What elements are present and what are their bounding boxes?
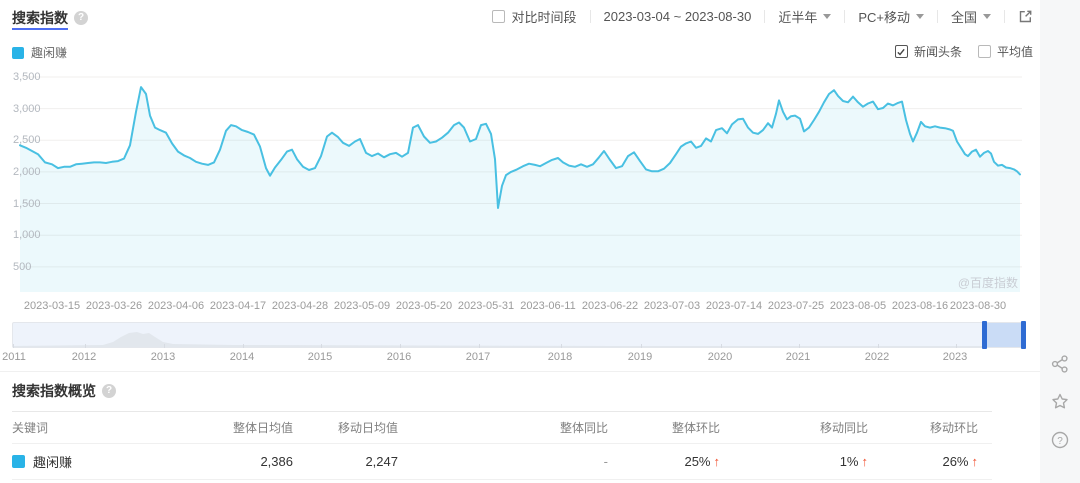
x-axis-label: 2023-04-06 bbox=[148, 300, 204, 312]
year-tick bbox=[400, 344, 401, 348]
year-tick bbox=[956, 344, 957, 348]
x-axis-label: 2023-07-03 bbox=[644, 300, 700, 312]
year-tick bbox=[799, 344, 800, 348]
help-icon[interactable]: ? bbox=[102, 384, 116, 398]
table-cell: 2,386 bbox=[202, 454, 295, 469]
year-label: 2013 bbox=[151, 351, 175, 363]
y-axis-label: 2,500 bbox=[13, 134, 41, 146]
x-axis-label: 2023-03-15 bbox=[24, 300, 80, 312]
x-axis-label: 2023-07-25 bbox=[768, 300, 824, 312]
line-chart-svg bbox=[0, 0, 1040, 315]
y-axis-label: 2,000 bbox=[13, 166, 41, 178]
table-header-row: 关键词整体日均值移动日均值整体同比整体环比移动同比移动环比 bbox=[12, 412, 992, 444]
table-cell: 26% ↑ bbox=[870, 454, 980, 469]
table-header-cell: 整体日均值 bbox=[202, 419, 295, 436]
timeline-brush[interactable] bbox=[12, 322, 1026, 348]
y-axis-label: 500 bbox=[13, 261, 31, 273]
year-label: 2011 bbox=[2, 351, 26, 363]
x-axis-label: 2023-05-31 bbox=[458, 300, 514, 312]
year-tick bbox=[641, 344, 642, 348]
year-label: 2022 bbox=[865, 351, 889, 363]
keyword-cell: 趣闲赚 bbox=[12, 452, 202, 471]
y-axis-label: 1,000 bbox=[13, 229, 41, 241]
up-arrow-icon: ↑ bbox=[862, 454, 869, 469]
y-axis-label: 1,500 bbox=[13, 198, 41, 210]
year-tick bbox=[13, 344, 14, 348]
year-tick bbox=[164, 344, 165, 348]
overview-title: 搜索指数概览 ? bbox=[12, 381, 116, 401]
section-divider bbox=[0, 371, 1040, 372]
year-tick bbox=[878, 344, 879, 348]
x-axis-label: 2023-03-26 bbox=[86, 300, 142, 312]
keyword-swatch bbox=[12, 455, 25, 468]
table-header-cell: 整体同比 bbox=[400, 419, 610, 436]
year-label: 2012 bbox=[72, 351, 96, 363]
table-cell: 1%↑ bbox=[722, 454, 870, 469]
overview-table: 关键词整体日均值移动日均值整体同比整体环比移动同比移动环比 趣闲赚 2,386 2,… bbox=[12, 411, 992, 480]
year-label: 2016 bbox=[387, 351, 411, 363]
year-label: 2019 bbox=[628, 351, 652, 363]
x-axis-label: 2023-08-30 bbox=[950, 300, 1006, 312]
year-label: 2021 bbox=[786, 351, 810, 363]
x-axis-label: 2023-06-22 bbox=[582, 300, 638, 312]
table-cell: 2,247 bbox=[295, 454, 400, 469]
cell-value: - bbox=[604, 454, 608, 469]
year-label: 2017 bbox=[466, 351, 490, 363]
up-arrow-icon: ↑ bbox=[714, 454, 721, 469]
cell-value: 2,247 bbox=[365, 454, 398, 469]
svg-text:?: ? bbox=[1057, 436, 1063, 447]
table-header-cell: 移动同比 bbox=[722, 419, 870, 436]
year-label: 2020 bbox=[708, 351, 732, 363]
overview-title-text: 搜索指数概览 bbox=[12, 381, 96, 401]
cell-value: 26% bbox=[942, 454, 968, 469]
brush-handle-right[interactable] bbox=[1021, 321, 1026, 349]
side-rail: ? bbox=[1040, 0, 1080, 483]
x-axis-label: 2023-08-16 bbox=[892, 300, 948, 312]
cell-value: 1% bbox=[840, 454, 859, 469]
brush-handle-left[interactable] bbox=[982, 321, 987, 349]
share-icon[interactable] bbox=[1050, 354, 1070, 374]
year-tick bbox=[721, 344, 722, 348]
x-axis-label: 2023-08-05 bbox=[830, 300, 886, 312]
year-label: 2018 bbox=[548, 351, 572, 363]
x-axis-label: 2023-05-20 bbox=[396, 300, 452, 312]
y-axis-label: 3,000 bbox=[13, 103, 41, 115]
watermark: @百度指数 bbox=[958, 274, 1018, 291]
table-header-cell: 移动日均值 bbox=[295, 419, 400, 436]
table-cell: 25% ↑ bbox=[610, 454, 722, 469]
cell-value: 25% bbox=[684, 454, 710, 469]
table-row: 趣闲赚2,3862,247-25%↑1%↑26%↑ bbox=[12, 444, 992, 480]
x-axis-label: 2023-05-09 bbox=[334, 300, 390, 312]
year-tick bbox=[85, 344, 86, 348]
year-tick bbox=[321, 344, 322, 348]
up-arrow-icon: ↑ bbox=[972, 454, 979, 469]
cell-value: 2,386 bbox=[260, 454, 293, 469]
year-label: 2015 bbox=[308, 351, 332, 363]
baidu-index-page: 搜索指数 ? 对比时间段 2023-03-04 ~ 2023-08-30 近半年… bbox=[0, 0, 1080, 483]
x-axis-label: 2023-04-17 bbox=[210, 300, 266, 312]
x-axis-label: 2023-06-11 bbox=[520, 300, 575, 312]
y-axis-label: 3,500 bbox=[13, 71, 41, 83]
table-header-cell: 移动环比 bbox=[870, 419, 980, 436]
x-axis-label: 2023-07-14 bbox=[706, 300, 762, 312]
keyword-label: 趣闲赚 bbox=[33, 452, 72, 471]
help-circle-icon[interactable]: ? bbox=[1050, 430, 1070, 450]
year-tick bbox=[561, 344, 562, 348]
year-tick bbox=[243, 344, 244, 348]
year-label: 2014 bbox=[230, 351, 254, 363]
table-cell: - bbox=[400, 454, 610, 469]
trend-chart[interactable]: 500 1,000 1,500 2,000 2,500 3,000 3,500 2023-0… bbox=[0, 0, 1040, 315]
table-header-cell: 关键词 bbox=[12, 419, 202, 436]
table-header-cell: 整体环比 bbox=[610, 419, 722, 436]
year-tick bbox=[479, 344, 480, 348]
brush-selection[interactable] bbox=[982, 323, 1026, 347]
year-label: 2023 bbox=[943, 351, 967, 363]
x-axis-label: 2023-04-28 bbox=[272, 300, 328, 312]
star-icon[interactable] bbox=[1050, 392, 1070, 412]
